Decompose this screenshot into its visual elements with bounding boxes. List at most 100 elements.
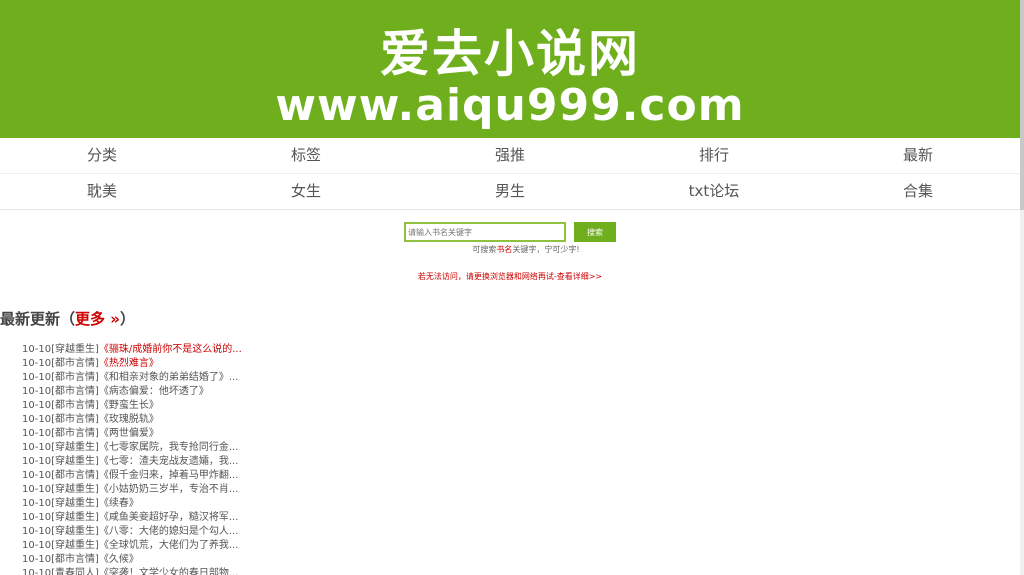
- item-category-link[interactable]: [都市言情]: [51, 428, 99, 439]
- item-title-link[interactable]: 《骊珠/成婚前你不是这么说的...: [99, 344, 242, 355]
- list-item: 10-10[都市言情]《热烈难言》: [22, 357, 1020, 371]
- nav-item-recommended[interactable]: 强推: [408, 138, 612, 173]
- list-item: 10-10[都市言情]《野蛮生长》: [22, 399, 1020, 413]
- access-notice-link[interactable]: 若无法访问，请更换浏览器和网络再试-查看详细>>: [0, 271, 1020, 282]
- latest-heading-close: ）: [119, 310, 135, 328]
- nav-item-female[interactable]: 女生: [204, 174, 408, 209]
- nav-item-male[interactable]: 男生: [408, 174, 612, 209]
- search-hint: 可搜索书名关键字，宁可少字!: [32, 244, 1020, 255]
- list-item: 10-10[都市言情]《玫瑰脱轨》: [22, 413, 1020, 427]
- item-date: 10-10: [22, 498, 52, 509]
- list-item: 10-10[穿越重生]《骊珠/成婚前你不是这么说的...: [22, 343, 1020, 357]
- item-title-link[interactable]: 《病态偏爱：他坏透了》: [99, 386, 209, 397]
- list-item: 10-10[都市言情]《假千金归来，掉着马甲炸翻...: [22, 469, 1020, 483]
- item-title-link[interactable]: 《突袭！文学少女的春日部物...: [99, 568, 239, 575]
- list-item: 10-10[青春同人]《突袭！文学少女的春日部物...: [22, 567, 1020, 575]
- list-item: 10-10[穿越重生]《八零：大佬的媳妇是个勾人...: [22, 525, 1020, 539]
- item-date: 10-10: [22, 414, 52, 425]
- list-item: 10-10[都市言情]《两世偏爱》: [22, 427, 1020, 441]
- nav-item-forum[interactable]: txt论坛: [612, 174, 816, 209]
- item-title-link[interactable]: 《玫瑰脱轨》: [99, 414, 159, 425]
- item-category-link[interactable]: [穿越重生]: [51, 498, 99, 509]
- item-date: 10-10: [22, 344, 52, 355]
- item-category-link[interactable]: [穿越重生]: [51, 512, 99, 523]
- item-date: 10-10: [22, 400, 52, 411]
- item-title-link[interactable]: 《和相亲对象的弟弟结婚了》...: [99, 372, 239, 383]
- item-category-link[interactable]: [穿越重生]: [51, 442, 99, 453]
- latest-heading-label: 最新更新（: [0, 310, 76, 328]
- main-nav: 分类 标签 强推 排行 最新 耽美 女生 男生 txt论坛 合集: [0, 138, 1020, 210]
- item-date: 10-10: [22, 428, 52, 439]
- list-item: 10-10[穿越重生]《小姑奶奶三岁半，专治不肖...: [22, 483, 1020, 497]
- list-item: 10-10[穿越重生]《全球饥荒，大佬们为了养我...: [22, 539, 1020, 553]
- site-url: www.aiqu999.com: [275, 80, 745, 131]
- item-category-link[interactable]: [青春同人]: [51, 568, 99, 575]
- search-button[interactable]: 搜索: [574, 222, 616, 242]
- item-title-link[interactable]: 《两世偏爱》: [99, 428, 159, 439]
- item-title-link[interactable]: 《热烈难言》: [99, 358, 159, 369]
- item-title-link[interactable]: 《野蛮生长》: [99, 400, 159, 411]
- item-title-link[interactable]: 《七零：渣夫宠战友遗孀，我...: [99, 456, 239, 467]
- item-title-link[interactable]: 《小姑奶奶三岁半，专治不肖...: [99, 484, 239, 495]
- item-title-link[interactable]: 《久候》: [99, 554, 139, 565]
- site-title: 爱去小说网: [380, 25, 640, 83]
- item-title-link[interactable]: 《全球饥荒，大佬们为了养我...: [99, 540, 239, 551]
- item-date: 10-10: [22, 386, 52, 397]
- item-date: 10-10: [22, 484, 52, 495]
- item-date: 10-10: [22, 372, 52, 383]
- list-item: 10-10[都市言情]《久候》: [22, 553, 1020, 567]
- item-date: 10-10: [22, 456, 52, 467]
- search-area: 搜索 可搜索书名关键字，宁可少字! 若无法访问，请更换浏览器和网络再试-查看详细…: [0, 210, 1020, 282]
- list-item: 10-10[穿越重生]《七零家属院，我专抢同行金...: [22, 441, 1020, 455]
- item-date: 10-10: [22, 358, 52, 369]
- item-date: 10-10: [22, 442, 52, 453]
- latest-list: 10-10[穿越重生]《骊珠/成婚前你不是这么说的... 10-10[都市言情]《…: [22, 343, 1020, 575]
- nav-item-category[interactable]: 分类: [0, 138, 204, 173]
- item-date: 10-10: [22, 568, 52, 575]
- nav-item-danmei[interactable]: 耽美: [0, 174, 204, 209]
- list-item: 10-10[都市言情]《和相亲对象的弟弟结婚了》...: [22, 371, 1020, 385]
- search-hint-suffix: 关键字，宁可少字!: [512, 245, 580, 254]
- site-banner[interactable]: 爱去小说网 www.aiqu999.com: [0, 0, 1020, 138]
- nav-item-tags[interactable]: 标签: [204, 138, 408, 173]
- item-date: 10-10: [22, 554, 52, 565]
- scrollbar-thumb[interactable]: [1020, 0, 1024, 210]
- item-category-link[interactable]: [都市言情]: [51, 372, 99, 383]
- item-date: 10-10: [22, 512, 52, 523]
- item-category-link[interactable]: [穿越重生]: [51, 526, 99, 537]
- nav-item-collection[interactable]: 合集: [816, 174, 1020, 209]
- item-date: 10-10: [22, 526, 52, 537]
- item-category-link[interactable]: [穿越重生]: [51, 540, 99, 551]
- latest-heading: 最新更新（更多 »）: [0, 308, 1020, 329]
- item-category-link[interactable]: [都市言情]: [51, 554, 99, 565]
- item-title-link[interactable]: 《咸鱼美妾超好孕，糙汉将军...: [99, 512, 239, 523]
- list-item: 10-10[穿越重生]《七零：渣夫宠战友遗孀，我...: [22, 455, 1020, 469]
- nav-item-latest[interactable]: 最新: [816, 138, 1020, 173]
- list-item: 10-10[都市言情]《病态偏爱：他坏透了》: [22, 385, 1020, 399]
- more-link[interactable]: 更多 »: [75, 310, 120, 328]
- item-category-link[interactable]: [都市言情]: [51, 400, 99, 411]
- item-title-link[interactable]: 《续春》: [99, 498, 139, 509]
- nav-item-ranking[interactable]: 排行: [612, 138, 816, 173]
- search-bar: 搜索: [0, 222, 1020, 242]
- page: 爱去小说网 www.aiqu999.com 分类 标签 强推 排行 最新 耽美 …: [0, 0, 1020, 575]
- item-category-link[interactable]: [都市言情]: [51, 358, 99, 369]
- nav-row-2: 耽美 女生 男生 txt论坛 合集: [0, 174, 1020, 209]
- item-title-link[interactable]: 《八零：大佬的媳妇是个勾人...: [99, 526, 239, 537]
- item-category-link[interactable]: [穿越重生]: [51, 484, 99, 495]
- search-hint-highlight: 书名: [496, 245, 513, 254]
- scrollbar[interactable]: [1020, 0, 1024, 575]
- item-date: 10-10: [22, 470, 52, 481]
- item-title-link[interactable]: 《七零家属院，我专抢同行金...: [99, 442, 239, 453]
- item-date: 10-10: [22, 540, 52, 551]
- item-category-link[interactable]: [穿越重生]: [51, 344, 99, 355]
- item-category-link[interactable]: [穿越重生]: [51, 456, 99, 467]
- item-category-link[interactable]: [都市言情]: [51, 470, 99, 481]
- search-input[interactable]: [404, 222, 566, 242]
- search-hint-prefix: 可搜索: [472, 245, 497, 254]
- item-category-link[interactable]: [都市言情]: [51, 414, 99, 425]
- item-category-link[interactable]: [都市言情]: [51, 386, 99, 397]
- item-title-link[interactable]: 《假千金归来，掉着马甲炸翻...: [99, 470, 239, 481]
- nav-row-1: 分类 标签 强推 排行 最新: [0, 138, 1020, 174]
- list-item: 10-10[穿越重生]《续春》: [22, 497, 1020, 511]
